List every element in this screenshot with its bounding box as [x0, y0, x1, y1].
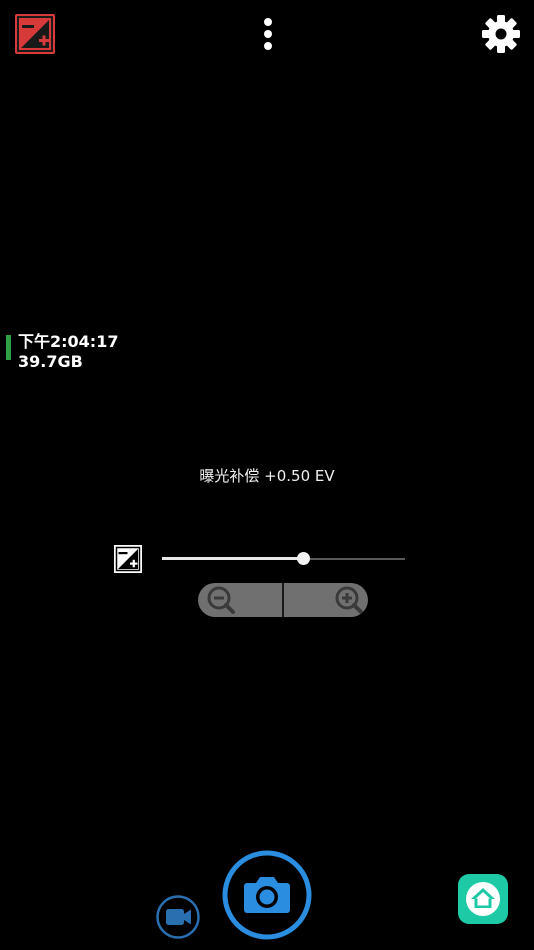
- storage-text: 39.7GB: [18, 352, 83, 371]
- exposure-slider[interactable]: [162, 548, 405, 570]
- settings-button[interactable]: [480, 13, 522, 55]
- home-button[interactable]: [458, 874, 508, 924]
- exposure-value-label: 曝光补偿 +0.50 EV: [199, 467, 335, 485]
- slider-fill: [162, 557, 303, 560]
- status-readout: 下午2:04:17 39.7GB: [18, 332, 118, 372]
- gear-icon: [482, 15, 520, 53]
- home-icon: [458, 874, 508, 924]
- exposure-compensation-icon: [15, 14, 55, 54]
- zoom-in-icon: [335, 586, 363, 614]
- shutter-button[interactable]: [222, 850, 312, 940]
- zoom-control: [198, 583, 368, 617]
- zoom-out-icon: [207, 586, 235, 614]
- more-vertical-icon: [264, 18, 272, 50]
- exposure-compensation-button[interactable]: [15, 14, 55, 54]
- exposure-slider-icon-wrap: [113, 544, 143, 574]
- camera-icon: [222, 850, 312, 940]
- video-mode-button[interactable]: [156, 895, 200, 939]
- zoom-out-button[interactable]: [198, 583, 282, 617]
- zoom-in-button[interactable]: [284, 583, 368, 617]
- overflow-menu-button[interactable]: [252, 14, 284, 54]
- slider-thumb[interactable]: [297, 552, 310, 565]
- exposure-compensation-icon: [114, 545, 142, 573]
- video-camera-icon: [156, 895, 200, 939]
- status-indicator: [6, 335, 11, 360]
- clock-text: 下午2:04:17: [18, 332, 119, 351]
